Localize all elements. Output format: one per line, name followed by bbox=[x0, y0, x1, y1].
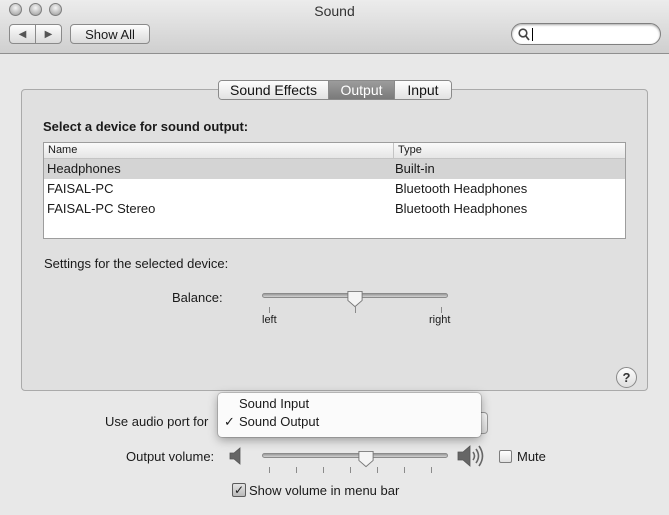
chevron-left-icon: ◀ bbox=[18, 28, 27, 40]
volume-tick bbox=[431, 467, 432, 473]
menu-item-label: Sound Output bbox=[239, 414, 320, 429]
device-type: Built-in bbox=[395, 161, 435, 176]
tab-output[interactable]: Output bbox=[328, 81, 394, 99]
menu-item-sound-output[interactable]: ✓ Sound Output bbox=[218, 413, 481, 431]
output-device-heading: Select a device for sound output: bbox=[43, 119, 249, 134]
balance-label: Balance: bbox=[172, 290, 223, 305]
speaker-high-icon[interactable] bbox=[457, 444, 487, 468]
device-name: FAISAL-PC Stereo bbox=[47, 201, 156, 216]
device-name: Headphones bbox=[47, 161, 121, 176]
table-header: Name Type bbox=[44, 143, 625, 159]
volume-tick bbox=[269, 467, 270, 473]
balance-right-label: right bbox=[429, 314, 451, 326]
tab-bar: Sound Effects Output Input bbox=[218, 80, 452, 100]
volume-tick bbox=[350, 467, 351, 473]
balance-tick-right bbox=[441, 307, 442, 313]
audio-port-menu: Sound Input ✓ Sound Output bbox=[218, 393, 481, 437]
checkmark-icon: ✓ bbox=[224, 414, 235, 429]
mute-checkbox[interactable] bbox=[499, 450, 512, 463]
balance-tick-left bbox=[269, 307, 270, 313]
back-button[interactable]: ◀ bbox=[10, 25, 35, 43]
device-settings-heading: Settings for the selected device: bbox=[44, 256, 229, 271]
table-row[interactable]: Headphones Built-in bbox=[44, 159, 625, 179]
column-header-type[interactable]: Type bbox=[393, 143, 625, 158]
chevron-right-icon: ▶ bbox=[44, 28, 53, 40]
show-volume-checkbox[interactable]: ✓ bbox=[232, 483, 246, 497]
device-table: Name Type Headphones Built-in FAISAL-PC … bbox=[43, 142, 626, 239]
speaker-low-icon[interactable] bbox=[229, 446, 245, 466]
balance-slider-thumb[interactable] bbox=[346, 290, 364, 308]
checkmark-icon: ✓ bbox=[233, 483, 245, 497]
show-all-button[interactable]: Show All bbox=[70, 24, 150, 44]
volume-tick bbox=[323, 467, 324, 473]
device-name: FAISAL-PC bbox=[47, 181, 114, 196]
menu-item-sound-input[interactable]: Sound Input bbox=[218, 395, 481, 413]
output-panel bbox=[21, 89, 648, 391]
tab-sound-effects[interactable]: Sound Effects bbox=[219, 81, 328, 99]
tab-input[interactable]: Input bbox=[394, 81, 451, 99]
window-title: Sound bbox=[314, 3, 355, 19]
volume-slider-thumb[interactable] bbox=[357, 450, 375, 468]
volume-tick bbox=[404, 467, 405, 473]
menu-item-label: Sound Input bbox=[239, 396, 310, 411]
search-field[interactable] bbox=[511, 23, 661, 45]
volume-tick bbox=[377, 467, 378, 473]
column-header-name[interactable]: Name bbox=[44, 143, 393, 158]
back-forward-control: ◀ ▶ bbox=[9, 24, 62, 44]
forward-button[interactable]: ▶ bbox=[35, 25, 61, 43]
device-type: Bluetooth Headphones bbox=[395, 201, 528, 216]
search-input[interactable] bbox=[533, 26, 653, 42]
balance-left-label: left bbox=[262, 314, 277, 326]
device-type: Bluetooth Headphones bbox=[395, 181, 528, 196]
table-row[interactable]: FAISAL-PC Stereo Bluetooth Headphones bbox=[44, 199, 625, 219]
volume-slider-track[interactable] bbox=[262, 453, 448, 458]
audio-port-label: Use audio port for bbox=[105, 414, 209, 429]
title-bar: Sound ◀ ▶ Show All bbox=[0, 0, 669, 54]
volume-tick bbox=[296, 467, 297, 473]
search-icon bbox=[518, 28, 530, 41]
help-button[interactable]: ? bbox=[616, 367, 637, 388]
table-row[interactable]: FAISAL-PC Bluetooth Headphones bbox=[44, 179, 625, 199]
mute-label: Mute bbox=[517, 449, 546, 464]
output-volume-label: Output volume: bbox=[126, 449, 215, 464]
show-volume-label: Show volume in menu bar bbox=[249, 483, 400, 498]
